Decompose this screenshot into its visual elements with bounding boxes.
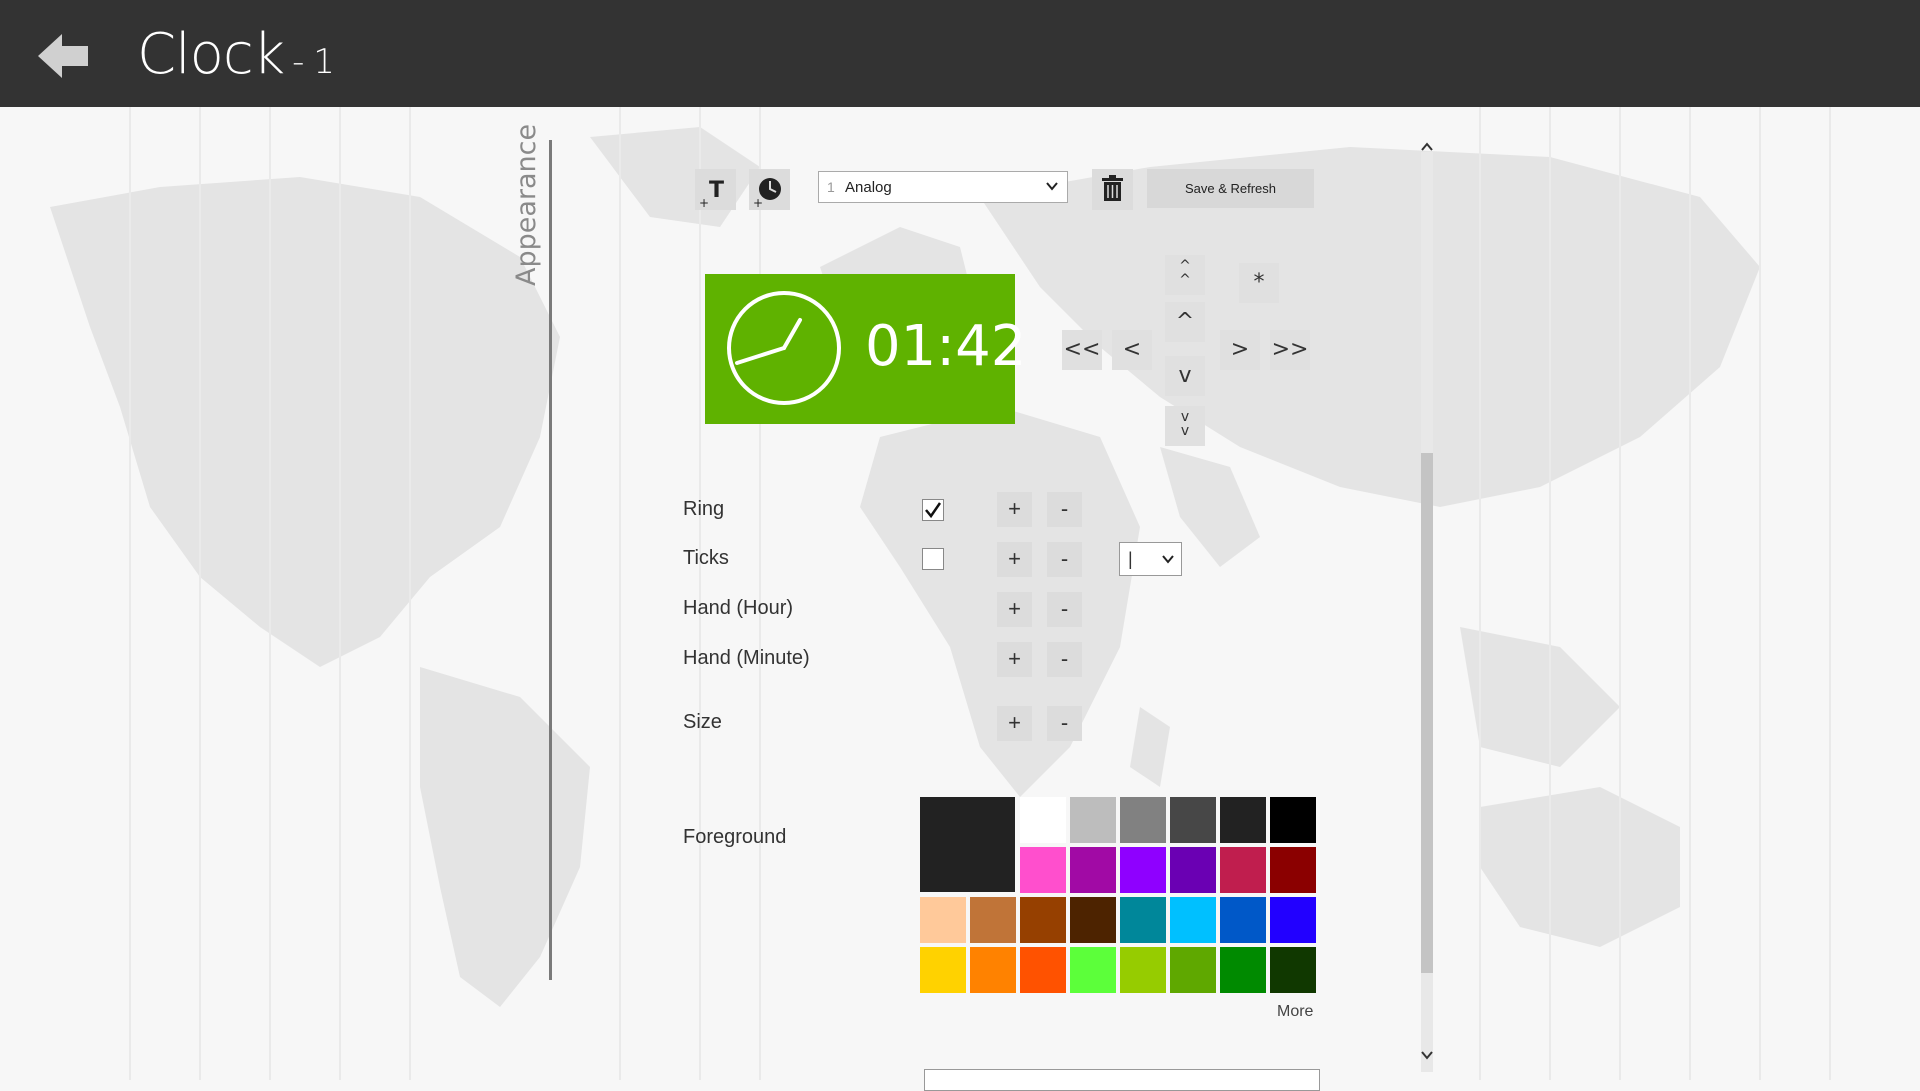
svg-text:T: T: [709, 178, 724, 203]
ticks-checkbox[interactable]: [922, 548, 944, 570]
color-swatch[interactable]: [1070, 847, 1116, 893]
ticks-plus-button[interactable]: +: [997, 542, 1032, 577]
back-arrow-icon[interactable]: [38, 32, 96, 80]
foreground-label: Foreground: [683, 826, 787, 848]
color-swatch[interactable]: [1170, 897, 1216, 943]
hand-hour-plus-button[interactable]: +: [997, 592, 1032, 627]
color-swatch[interactable]: [970, 947, 1016, 993]
move-up-button[interactable]: ^: [1165, 302, 1205, 342]
svg-text:+: +: [753, 196, 763, 210]
color-swatch[interactable]: [1170, 847, 1216, 893]
color-swatch[interactable]: [1270, 897, 1316, 943]
ring-label: Ring: [683, 498, 725, 520]
preview-time: 01:42: [865, 314, 1027, 379]
sidebar-divider: [549, 140, 552, 980]
add-text-button[interactable]: T +: [695, 169, 736, 210]
move-right-button[interactable]: >: [1220, 330, 1260, 370]
color-swatch[interactable]: [1220, 897, 1266, 943]
checkmark-icon: [925, 502, 942, 519]
color-swatch[interactable]: [970, 897, 1016, 943]
size-plus-button[interactable]: +: [997, 706, 1032, 741]
delete-button[interactable]: [1092, 169, 1133, 210]
color-swatch[interactable]: [1070, 947, 1116, 993]
size-label: Size: [683, 711, 722, 733]
move-up-fast-button[interactable]: ^ ^: [1165, 255, 1205, 295]
color-swatch[interactable]: [1120, 847, 1166, 893]
color-swatch[interactable]: [1120, 797, 1166, 843]
page-subtitle: - 1: [292, 42, 335, 82]
color-swatch[interactable]: [1120, 897, 1166, 943]
ring-checkbox[interactable]: [922, 499, 944, 521]
scroll-down-icon[interactable]: [1419, 1048, 1435, 1062]
move-right-fast-button[interactable]: >>: [1270, 330, 1310, 370]
move-down-fast-button[interactable]: vv: [1165, 406, 1205, 446]
selected-color-swatch: [920, 797, 1015, 892]
color-swatch[interactable]: [1220, 797, 1266, 843]
color-swatch[interactable]: [1220, 947, 1266, 993]
page-title-text: Clock: [137, 22, 285, 87]
page-title: Clock - 1: [137, 22, 335, 87]
color-swatch[interactable]: [1220, 847, 1266, 893]
color-swatch[interactable]: [1020, 847, 1066, 893]
move-left-fast-button[interactable]: <<: [1062, 330, 1102, 370]
color-swatch[interactable]: [1270, 847, 1316, 893]
vertical-scrollbar[interactable]: [1419, 140, 1435, 1080]
color-swatch[interactable]: [1120, 947, 1166, 993]
add-clock-button[interactable]: +: [749, 169, 790, 210]
move-left-button[interactable]: <: [1112, 330, 1152, 370]
move-down-button[interactable]: v: [1165, 356, 1205, 396]
ticks-style-select[interactable]: |: [1119, 542, 1182, 576]
color-swatch[interactable]: [1270, 797, 1316, 843]
chevron-down-icon: [1045, 179, 1059, 197]
add-clock-icon: +: [753, 178, 781, 210]
hand-minute-minus-button[interactable]: -: [1047, 642, 1082, 677]
ticks-style-value: |: [1128, 549, 1133, 569]
hand-minute-plus-button[interactable]: +: [997, 642, 1032, 677]
analog-clock-icon: [727, 291, 841, 405]
color-swatch[interactable]: [1020, 897, 1066, 943]
ticks-label: Ticks: [683, 547, 729, 569]
color-swatch[interactable]: [1170, 947, 1216, 993]
color-swatch[interactable]: [1070, 897, 1116, 943]
hand-hour-minus-button[interactable]: -: [1047, 592, 1082, 627]
clock-preview: 01:42: [705, 274, 1026, 424]
color-swatch[interactable]: [1020, 947, 1066, 993]
ring-plus-button[interactable]: +: [997, 492, 1032, 527]
add-text-icon: T +: [699, 178, 724, 210]
clock-type-value: Analog: [845, 179, 892, 196]
size-minus-button[interactable]: -: [1047, 706, 1082, 741]
color-swatch[interactable]: [1070, 797, 1116, 843]
color-swatch[interactable]: [1170, 797, 1216, 843]
app-header: Clock - 1: [0, 0, 1920, 107]
color-swatch[interactable]: [920, 897, 966, 943]
ticks-minus-button[interactable]: -: [1047, 542, 1082, 577]
color-swatch[interactable]: [920, 947, 966, 993]
hand-minute-label: Hand (Minute): [683, 647, 810, 669]
trash-icon: [1102, 175, 1123, 201]
save-refresh-button[interactable]: Save & Refresh: [1147, 169, 1314, 208]
chevron-down-icon: [1161, 552, 1175, 571]
scroll-up-icon[interactable]: [1419, 140, 1435, 154]
color-swatch[interactable]: [1020, 797, 1066, 843]
ring-minus-button[interactable]: -: [1047, 492, 1082, 527]
more-colors-link[interactable]: More: [1277, 1003, 1313, 1021]
color-swatch[interactable]: [1270, 947, 1316, 993]
scroll-thumb[interactable]: [1421, 453, 1433, 973]
clock-type-number: 1: [827, 179, 835, 195]
svg-text:+: +: [699, 196, 709, 210]
reset-position-button[interactable]: *: [1239, 263, 1279, 303]
next-field[interactable]: [924, 1069, 1320, 1091]
clock-type-select[interactable]: 1 Analog: [818, 171, 1068, 203]
sidebar-label-appearance[interactable]: Appearance: [511, 124, 542, 286]
hand-hour-label: Hand (Hour): [683, 597, 794, 619]
